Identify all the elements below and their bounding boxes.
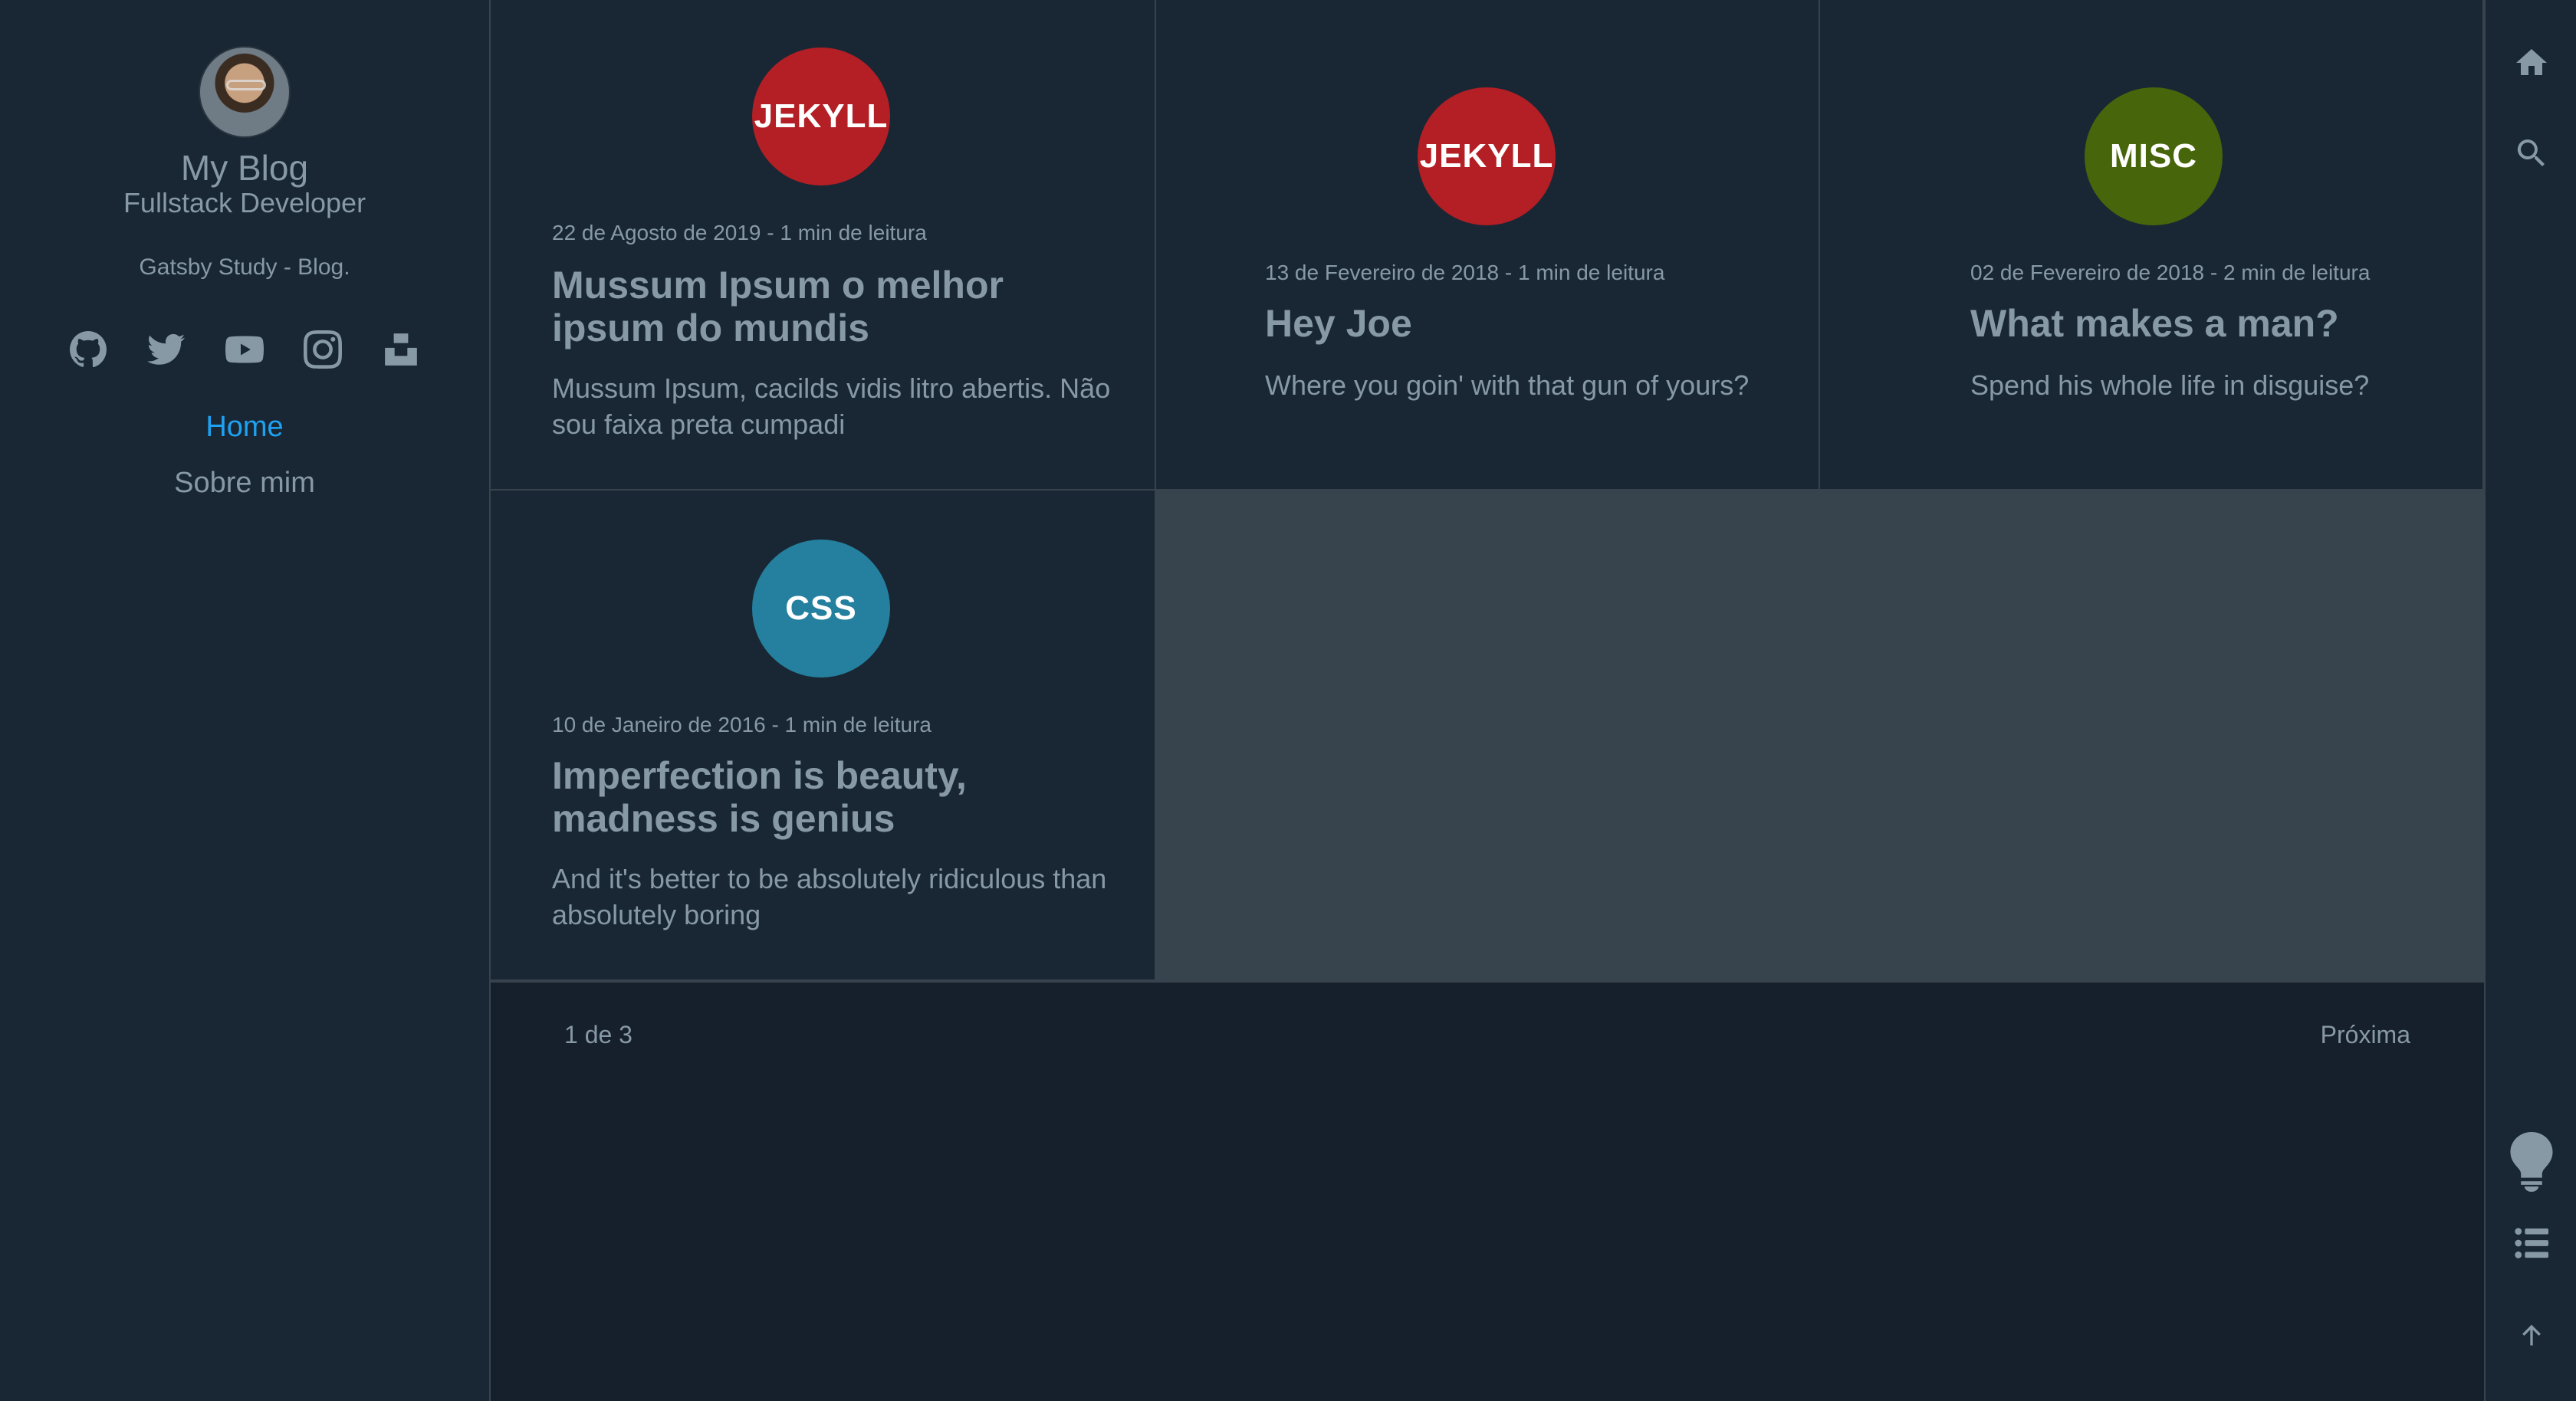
twitter-icon[interactable] [146,330,186,369]
blog-description: Gatsby Study - Blog. [139,254,350,280]
menu-item-about[interactable]: Sobre mim [174,467,315,500]
app-layout: My Blog Fullstack Developer Gatsby Study… [0,0,2576,1401]
post-card[interactable]: JEKYLL 22 de Agosto de 2019 - 1 min de l… [491,0,1156,491]
post-excerpt: Where you goin' with that gun of yours? [1265,369,1750,401]
sidebar: My Blog Fullstack Developer Gatsby Study… [0,0,491,1401]
search-icon[interactable] [2509,130,2555,176]
post-excerpt: Mussum Ipsum, cacilds vidis litro aberti… [552,372,1111,440]
post-title[interactable]: Imperfection is beauty, madness is geniu… [552,754,1104,840]
post-card[interactable]: MISC 02 de Fevereiro de 2018 - 2 min de … [1820,0,2484,491]
post-card[interactable]: JEKYLL 13 de Fevereiro de 2018 - 1 min d… [1156,0,1820,491]
post-date: 22 de Agosto de 2019 - 1 min de leitura [552,221,927,244]
post-title[interactable]: What makes a man? [1970,302,2461,345]
instagram-icon[interactable] [303,330,343,369]
avatar[interactable] [199,46,291,138]
blog-subtitle: Fullstack Developer [123,187,366,218]
post-excerpt: Spend his whole life in disguise? [1970,369,2370,401]
post-date: 13 de Fevereiro de 2018 - 1 min de leitu… [1265,261,1665,284]
post-title[interactable]: Mussum Ipsum o melhor ipsum do mundis [552,264,1104,349]
menu-item-home[interactable]: Home [205,411,283,444]
post-excerpt: And it's better to be absolutely ridicul… [552,863,1107,930]
unsplash-icon[interactable] [381,330,421,369]
right-toolbar [2484,0,2576,1401]
post-list: JEKYLL 22 de Agosto de 2019 - 1 min de l… [491,0,2484,1401]
post-tag-badge: JEKYLL [1418,87,1556,225]
post-tag-badge: JEKYLL [752,48,890,185]
post-tag-badge: CSS [752,540,890,678]
main-menu: Home Sobre mim [174,411,315,500]
blog-title[interactable]: My Blog [181,150,308,185]
pagination: 1 de 3 Próxima [491,981,2484,1088]
github-icon[interactable] [68,330,108,369]
arrow-up-icon[interactable] [2509,1312,2555,1358]
next-page-link[interactable]: Próxima [2321,1021,2410,1049]
post-date: 10 de Janeiro de 2016 - 1 min de leitura [552,713,932,737]
list-icon[interactable] [2509,1220,2555,1266]
social-links [68,330,421,369]
post-card[interactable]: CSS 10 de Janeiro de 2016 - 1 min de lei… [491,491,1156,981]
post-tag-badge: MISC [2085,87,2223,225]
lightbulb-icon[interactable] [2509,1131,2555,1193]
post-title[interactable]: Hey Joe [1265,302,1786,345]
empty-grid-area [1156,491,2484,981]
home-icon[interactable] [2509,40,2555,86]
youtube-icon[interactable] [225,330,264,369]
post-grid: JEKYLL 22 de Agosto de 2019 - 1 min de l… [491,0,2484,981]
page-indicator: 1 de 3 [564,1021,632,1048]
post-date: 02 de Fevereiro de 2018 - 2 min de leitu… [1970,261,2371,284]
